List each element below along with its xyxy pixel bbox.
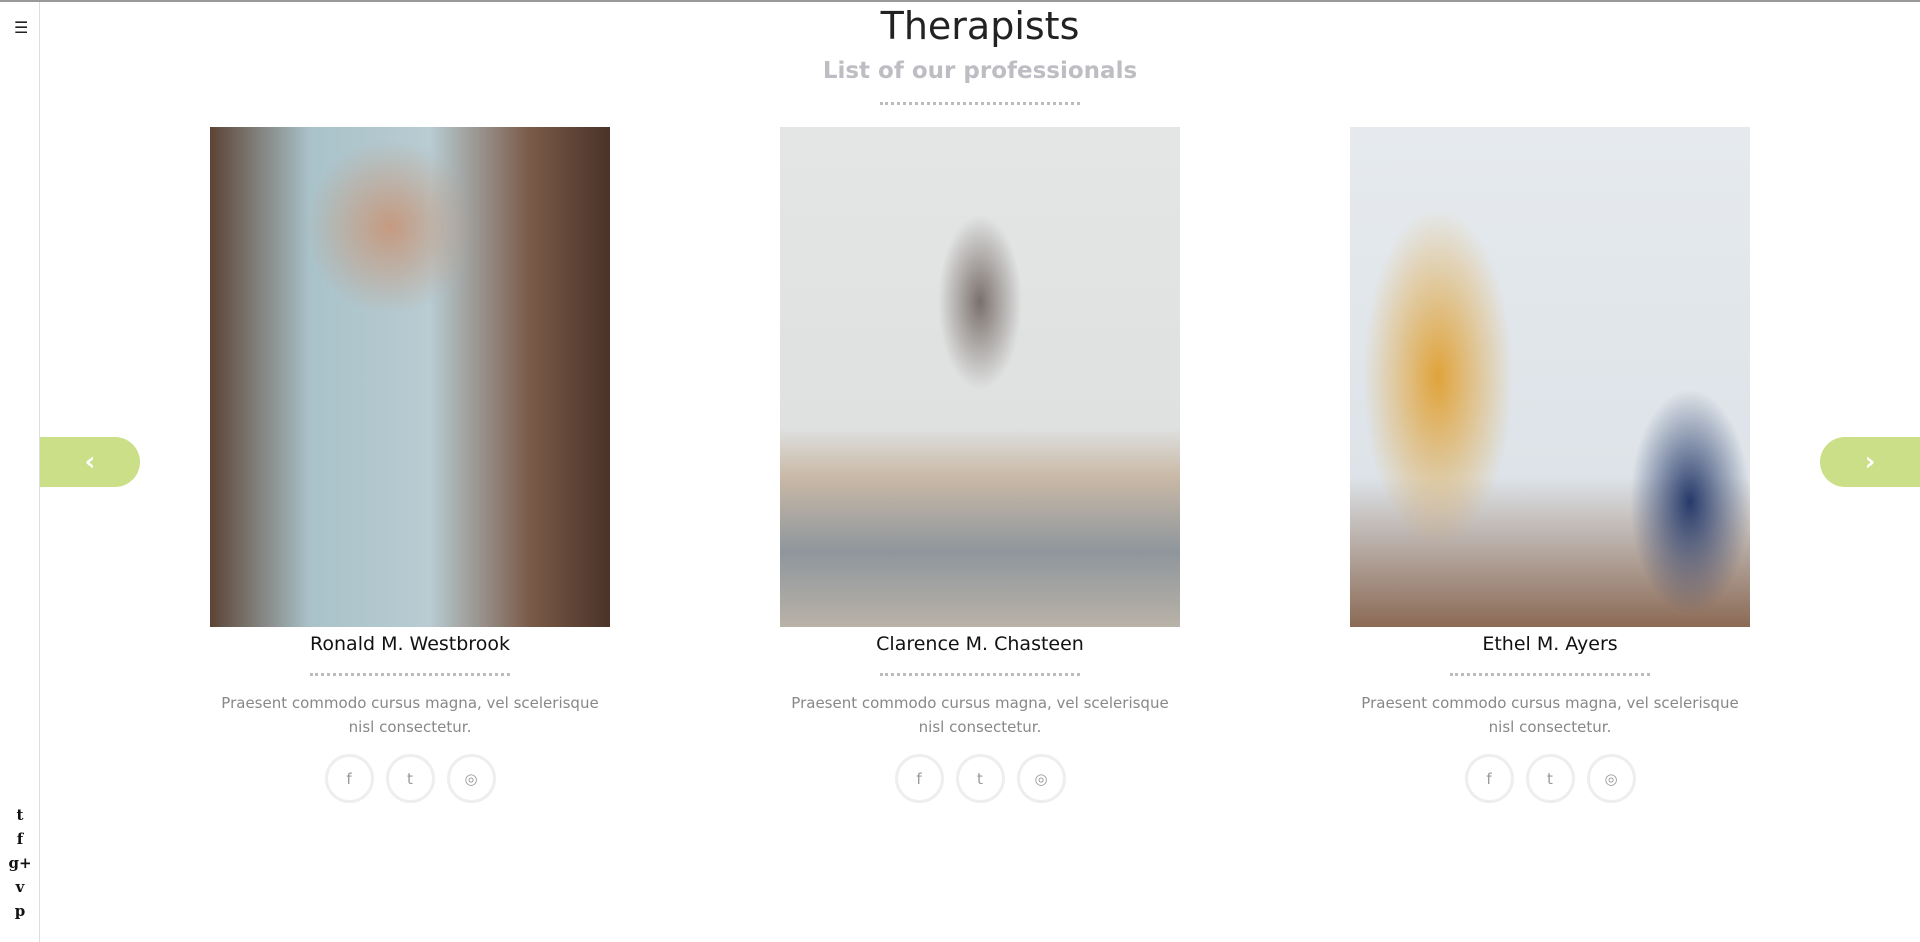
pinterest-icon[interactable]: p (15, 901, 26, 921)
title-divider (880, 102, 1080, 105)
therapist-name: Ethel M. Ayers (1482, 633, 1618, 655)
twitter-icon[interactable]: t (17, 805, 24, 825)
therapist-name: Ronald M. Westbrook (310, 633, 510, 655)
vimeo-icon[interactable]: v (16, 877, 25, 897)
instagram-icon[interactable]: ◎ (1586, 754, 1636, 803)
therapist-card: Ethel M. Ayers Praesent commodo cursus m… (1350, 127, 1750, 803)
facebook-icon[interactable]: f (324, 754, 374, 803)
menu-icon[interactable]: ☰ (14, 18, 28, 37)
twitter-icon[interactable]: t (385, 754, 435, 803)
sidebar: ☰ t f g+ v p (0, 2, 40, 942)
therapist-card: Ronald M. Westbrook Praesent commodo cur… (210, 127, 610, 803)
therapist-name: Clarence M. Chasteen (876, 633, 1084, 655)
facebook-icon[interactable]: f (17, 829, 23, 849)
name-divider (310, 673, 510, 676)
sidebar-social-links: t f g+ v p (0, 805, 40, 921)
twitter-icon[interactable]: t (955, 754, 1005, 803)
page-title: Therapists (880, 4, 1080, 48)
instagram-icon[interactable]: ◎ (1016, 754, 1066, 803)
therapist-photo (780, 127, 1180, 627)
page-subtitle: List of our professionals (822, 58, 1138, 84)
facebook-icon[interactable]: f (1464, 754, 1514, 803)
therapist-description: Praesent commodo cursus magna, vel scele… (791, 694, 1169, 736)
therapist-description: Praesent commodo cursus magna, vel scele… (1361, 694, 1739, 736)
twitter-icon[interactable]: t (1525, 754, 1575, 803)
google-plus-icon[interactable]: g+ (8, 853, 31, 873)
name-divider (880, 673, 1080, 676)
carousel-prev-button[interactable]: ‹ (40, 437, 140, 487)
facebook-icon[interactable]: f (894, 754, 944, 803)
therapist-card: Clarence M. Chasteen Praesent commodo cu… (780, 127, 1180, 803)
carousel-next-button[interactable]: › (1820, 437, 1920, 487)
name-divider (1450, 673, 1650, 676)
therapist-photo (210, 127, 610, 627)
instagram-icon[interactable]: ◎ (446, 754, 496, 803)
therapist-photo (1350, 127, 1750, 627)
therapist-description: Praesent commodo cursus magna, vel scele… (221, 694, 599, 736)
